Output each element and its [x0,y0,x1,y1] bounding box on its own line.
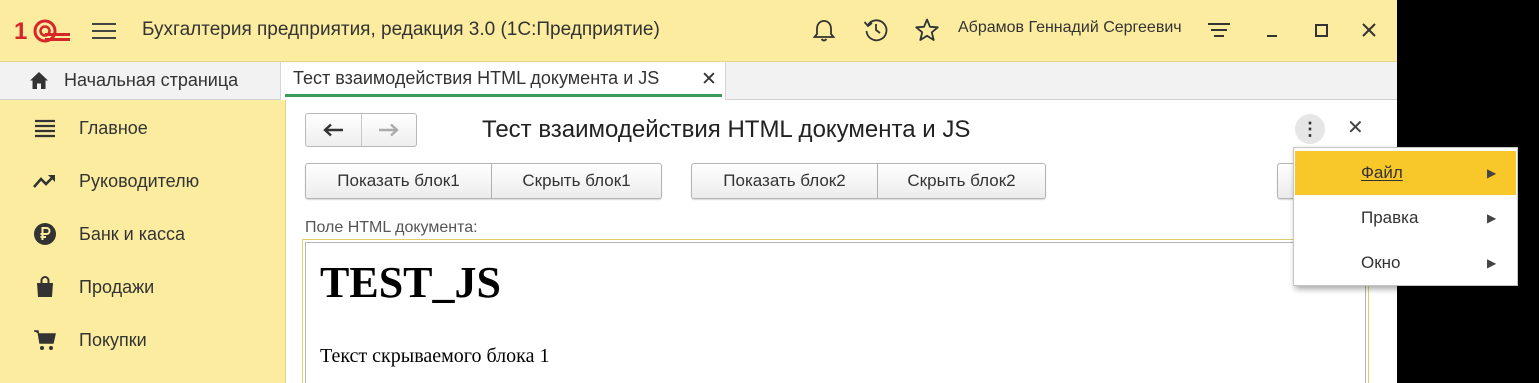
minimize-icon[interactable] [1258,16,1286,44]
history-icon[interactable] [862,16,890,44]
app-title: Бухгалтерия предприятия, редакция 3.0 (1… [142,19,660,40]
forward-arrow-icon[interactable] [360,114,417,146]
title-bar: 1 Бухгалтерия предприятия, редакция 3.0 … [0,0,1397,62]
sidebar-item-label: Главное [79,117,148,138]
more-actions-menu: Файл ▶ Правка ▶ Окно ▶ [1293,147,1518,286]
menu-item-edit[interactable]: Правка ▶ [1295,196,1516,240]
form-area: Тест взаимодействия HTML документа и JS … [287,101,1397,383]
home-icon [30,71,48,89]
tab-document[interactable]: Тест взаимодействия HTML документа и JS … [280,62,726,100]
sidebar: Главное Руководителю Банк и касса Продаж… [0,100,286,383]
sidebar-item-purchases[interactable]: Покупки [0,318,286,362]
menu-item-window[interactable]: Окно ▶ [1295,241,1516,285]
submenu-arrow-icon: ▶ [1487,166,1497,180]
html-document-field[interactable]: TEST_JS Текст скрываемого блока 1 [302,239,1369,383]
back-arrow-icon[interactable] [306,114,361,146]
submenu-arrow-icon: ▶ [1487,211,1497,225]
favorites-star-icon[interactable] [913,16,941,44]
close-window-icon[interactable] [1355,16,1383,44]
sidebar-item-label: Продажи [79,276,155,297]
settings-menu-icon[interactable] [1205,16,1233,44]
active-tab-indicator [285,94,722,97]
navigation-buttons [305,113,417,147]
sidebar-item-manager[interactable]: Руководителю [0,159,286,203]
menu-list-icon [35,119,55,138]
html-field-label: Поле HTML документа: [305,219,478,236]
1c-logo-icon[interactable]: 1 [14,18,72,44]
menu-item-label: Правка [1361,208,1419,227]
sidebar-item-sales[interactable]: Продажи [0,265,286,309]
shopping-bag-icon [37,276,53,297]
hidden-block-text: Текст скрываемого блока 1 [320,345,550,367]
show-block1-button[interactable]: Показать блок1 [305,163,492,199]
main-menu-icon[interactable] [92,20,116,42]
bell-icon[interactable] [810,16,838,44]
menu-item-label: Окно [1361,253,1401,272]
sidebar-item-label: Покупки [79,329,147,350]
trend-chart-icon [33,175,55,188]
shopping-cart-icon [34,330,56,350]
menu-item-file[interactable]: Файл ▶ [1295,151,1516,195]
tab-home-label: Начальная страница [64,70,239,90]
sidebar-item-label: Руководителю [79,170,200,191]
tab-bar: Начальная страница Тест взаимодействия H… [0,62,1397,100]
tab-home[interactable]: Начальная страница [0,62,278,99]
form-title: Тест взаимодействия HTML документа и JS [482,116,971,143]
sidebar-item-bank[interactable]: Банк и касса [0,212,286,256]
show-block2-button[interactable]: Показать блок2 [691,163,878,199]
ruble-coin-icon [34,223,56,245]
app-window: 1 Бухгалтерия предприятия, редакция 3.0 … [0,0,1397,383]
close-tab-icon[interactable]: ✕ [701,68,717,91]
sidebar-item-label: Банк и касса [79,223,185,244]
maximize-icon[interactable] [1307,16,1335,44]
hide-block2-button[interactable]: Скрыть блок2 [878,163,1046,199]
user-name[interactable]: Абрамов Геннадий Сергеевич [958,19,1182,37]
more-actions-icon[interactable]: ⋮ [1295,114,1325,144]
sidebar-item-main[interactable]: Главное [0,106,286,150]
svg-text:1: 1 [14,18,27,44]
html-heading: TEST_JS [320,258,501,307]
hide-block1-button[interactable]: Скрыть блок1 [492,163,662,199]
submenu-arrow-icon: ▶ [1487,256,1497,270]
html-document-content: TEST_JS Текст скрываемого блока 1 [305,242,1366,383]
menu-item-label: Файл [1361,163,1403,182]
tab-document-label: Тест взаимодействия HTML документа и JS [293,68,660,88]
form-close-icon[interactable]: ✕ [1347,115,1364,140]
